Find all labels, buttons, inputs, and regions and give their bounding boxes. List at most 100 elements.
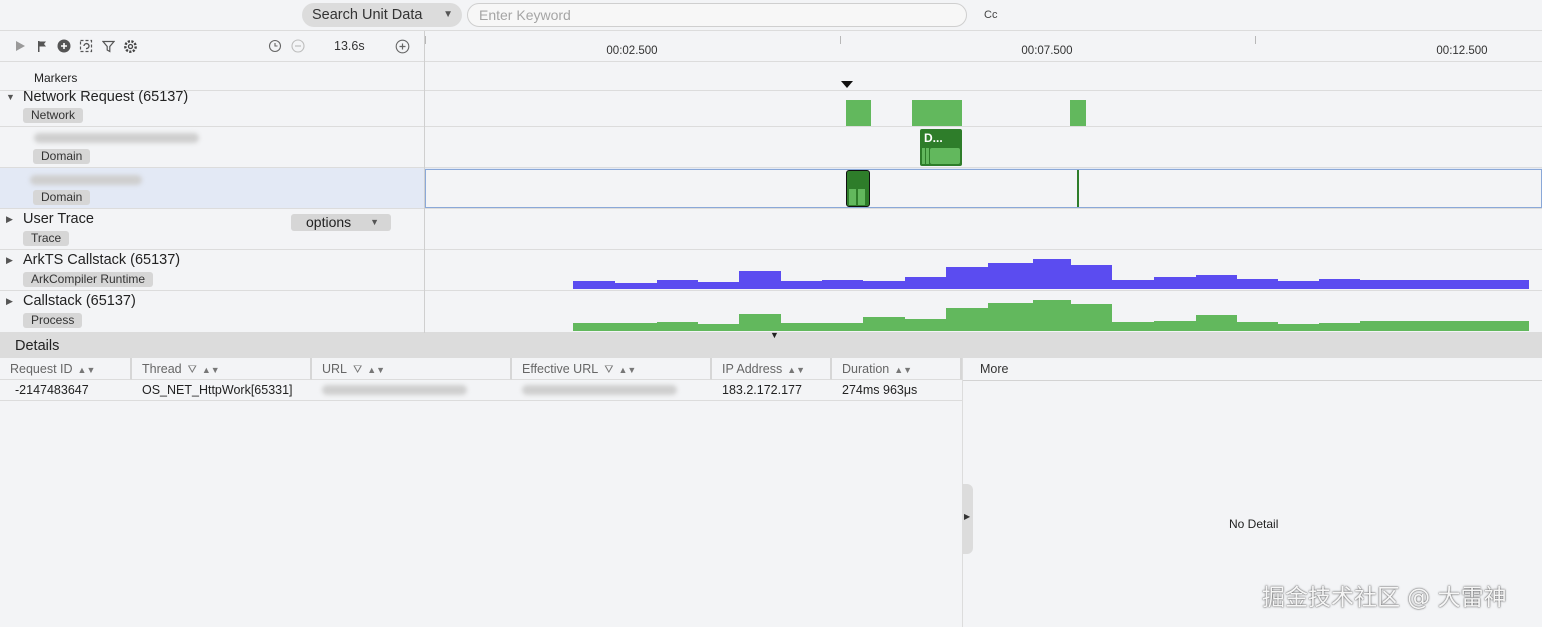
lane-tag: Trace [23, 231, 70, 246]
lane-title: Callstack (65137) [23, 293, 136, 309]
domain-subblock [930, 148, 960, 164]
sort-icon[interactable]: ▲▼ [202, 365, 220, 375]
network-request-block[interactable] [912, 100, 962, 126]
arkts-callstack-lane[interactable]: ▶ ArkTS Callstack (65137) ArkCompiler Ru… [0, 250, 1542, 291]
ruler-tick [840, 36, 841, 44]
filter-icon[interactable]: ⛛ [604, 364, 613, 376]
network-request-block[interactable] [846, 100, 871, 126]
more-header: More [963, 358, 1542, 381]
lane-tag: Network [23, 108, 84, 123]
time-ruler[interactable]: 00:02.500 00:07.500 00:12.500 [425, 31, 1542, 62]
lane-tag: Domain [33, 149, 91, 164]
column-label: Effective URL [522, 362, 599, 376]
expand-arrow-icon[interactable]: ▶ [6, 214, 13, 225]
callstack-cpu-histogram[interactable] [425, 291, 1542, 333]
selected-request-block[interactable] [846, 170, 870, 207]
domain-subblock [858, 189, 865, 205]
domain-block-label: D... [924, 131, 943, 145]
user-trace-lane[interactable]: ▶ User Trace Trace options ▼ [0, 209, 1542, 250]
cell-duration: 274ms 963μs [842, 383, 918, 397]
chevron-right-icon: ▶ [964, 512, 971, 521]
details-header: ▼ Details [0, 330, 1542, 358]
ruler-tick-label: 00:02.500 [606, 45, 658, 57]
search-type-dropdown[interactable]: Search Unit Data ▼ [302, 3, 462, 27]
column-header-ip-address[interactable]: IP Address ▲▼ [712, 358, 832, 380]
sort-icon[interactable]: ▲▼ [894, 365, 912, 375]
lane-title: ArkTS Callstack (65137) [23, 252, 181, 268]
column-header-url[interactable]: URL ⛛ ▲▼ [312, 358, 512, 380]
search-bar: Search Unit Data ▼ Cc [0, 0, 1542, 31]
options-dropdown[interactable]: options ▼ [291, 214, 391, 231]
column-label: Duration [842, 362, 890, 376]
column-label: Thread [142, 362, 182, 376]
domain-lane[interactable]: Domain D... [0, 127, 1542, 168]
column-header-effective-url[interactable]: Effective URL ⛛ ▲▼ [512, 358, 712, 380]
domain-subblock [849, 189, 856, 205]
panel-toggle-handle[interactable]: ▶ [962, 484, 973, 554]
collapse-handle-icon[interactable]: ▼ [770, 330, 779, 340]
markers-label: Markers [34, 71, 78, 85]
search-input[interactable] [467, 3, 967, 27]
arkts-cpu-histogram[interactable] [425, 250, 1542, 291]
redacted-domain-name [34, 133, 199, 143]
network-request-lane[interactable]: ▼ Network Request (65137) Network [0, 89, 1542, 127]
column-header-request-id[interactable]: Request ID ▲▼ [0, 358, 132, 380]
cell-thread: OS_NET_HttpWork[65331] [142, 383, 293, 397]
sort-icon[interactable]: ▲▼ [787, 365, 805, 375]
network-request-block[interactable] [1070, 100, 1086, 126]
column-label: IP Address [722, 362, 783, 376]
filter-icon[interactable] [100, 38, 116, 54]
expand-arrow-icon[interactable]: ▼ [6, 92, 15, 102]
filter-icon[interactable]: ⛛ [188, 364, 197, 376]
lane-title: Network Request (65137) [23, 89, 189, 105]
panel-divider[interactable] [424, 31, 425, 333]
sort-icon[interactable]: ▲▼ [78, 365, 96, 375]
search-type-label: Search Unit Data [312, 7, 423, 23]
filter-icon[interactable]: ⛛ [353, 364, 362, 376]
domain-request-block[interactable] [1077, 170, 1079, 207]
sort-icon[interactable]: ▲▼ [367, 365, 385, 375]
options-label: options [306, 214, 352, 230]
marker-triangle-icon[interactable] [841, 81, 853, 89]
refresh-icon[interactable] [78, 38, 94, 54]
markers-lane: Markers [0, 62, 1542, 91]
redacted-url [322, 385, 467, 395]
domain-lane-selected[interactable]: Domain [0, 168, 1542, 209]
domain-subblock [922, 148, 925, 164]
chevron-down-icon: ▼ [370, 217, 379, 227]
selected-lane-timeline[interactable] [425, 169, 1542, 208]
settings-icon[interactable] [122, 38, 138, 54]
redacted-domain-name [30, 175, 142, 185]
column-header-thread[interactable]: Thread ⛛ ▲▼ [132, 358, 312, 380]
chevron-down-icon: ▼ [443, 9, 453, 20]
cell-request-id: -2147483647 [15, 383, 89, 397]
lane-tag: Domain [33, 190, 91, 205]
play-icon[interactable] [12, 38, 28, 54]
redacted-effective-url [522, 385, 677, 395]
details-table: Request ID ▲▼ Thread ⛛ ▲▼ URL ⛛ ▲▼ Effective … [0, 358, 962, 627]
timeline-toolbar: 13.6s [0, 31, 424, 62]
column-header-duration[interactable]: Duration ▲▼ [832, 358, 962, 380]
clock-icon[interactable] [267, 38, 283, 54]
callstack-lane[interactable]: ▶ Callstack (65137) Process [0, 291, 1542, 333]
expand-arrow-icon[interactable]: ▶ [6, 255, 13, 266]
domain-request-block[interactable]: D... [920, 129, 962, 166]
case-sensitive-toggle[interactable]: Cc [984, 9, 997, 21]
no-detail-text: No Detail [1229, 517, 1279, 531]
domain-subblock [926, 148, 929, 164]
expand-arrow-icon[interactable]: ▶ [6, 296, 13, 307]
lane-title: User Trace [23, 211, 94, 227]
ruler-tick-label: 00:07.500 [1021, 45, 1073, 57]
cell-ip-address: 183.2.172.177 [722, 383, 802, 397]
zoom-in-icon[interactable] [394, 38, 410, 54]
zoom-out-icon[interactable] [290, 38, 306, 54]
ruler-tick [425, 36, 426, 44]
lane-tag: ArkCompiler Runtime [23, 272, 154, 287]
sort-icon[interactable]: ▲▼ [618, 365, 636, 375]
add-marker-icon[interactable] [56, 38, 72, 54]
flag-icon[interactable] [34, 38, 50, 54]
profiler-app: Search Unit Data ▼ Cc 13.6s [0, 0, 1542, 627]
column-label: Request ID [10, 362, 73, 376]
row-divider [0, 400, 962, 401]
details-title: Details [15, 338, 60, 354]
